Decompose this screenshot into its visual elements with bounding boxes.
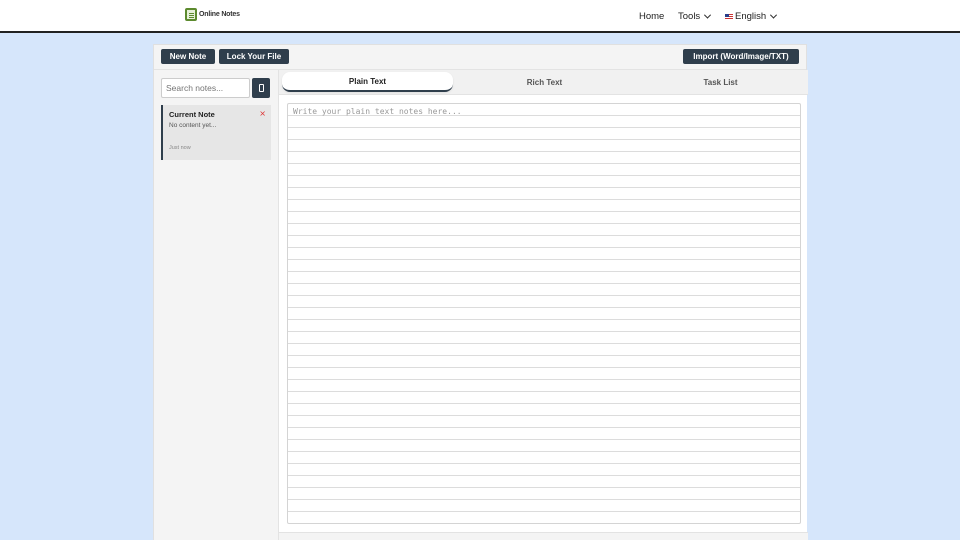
tab-task-list[interactable]: Task List	[635, 72, 806, 92]
tab-rich-text[interactable]: Rich Text	[459, 72, 630, 92]
language-label: English	[735, 11, 767, 22]
search-icon	[258, 84, 264, 92]
notebook-logo-icon	[185, 8, 197, 21]
editor-tabs: Plain Text Rich Text Task List	[279, 70, 808, 95]
note-title: Current Note	[169, 110, 215, 119]
note-preview: No content yet...	[169, 122, 217, 129]
chevron-down-icon	[704, 11, 712, 19]
logo-text: Online Notes	[199, 11, 240, 18]
editor-panel: Plain Text Rich Text Task List Write you…	[278, 70, 808, 540]
editor-placeholder: Write your plain text notes here...	[293, 107, 462, 116]
editor-footer	[279, 532, 808, 540]
lock-file-button[interactable]: Lock Your File	[219, 49, 289, 64]
search-notes-input[interactable]	[161, 78, 250, 98]
note-timestamp: Just now	[169, 145, 191, 151]
list-item[interactable]: Current Note × No content yet... Just no…	[161, 105, 271, 160]
close-icon[interactable]: ×	[259, 109, 266, 118]
nav-tools-menu[interactable]: Tools	[678, 0, 712, 33]
import-button[interactable]: Import (Word/Image/TXT)	[683, 49, 799, 64]
us-flag-icon	[725, 13, 733, 20]
search-button[interactable]	[252, 78, 270, 98]
nav-tools-label: Tools	[678, 11, 701, 22]
nav-home-link[interactable]: Home	[639, 0, 664, 33]
chevron-down-icon	[770, 11, 778, 19]
language-selector[interactable]: English	[725, 0, 778, 33]
tab-plain-text[interactable]: Plain Text	[282, 72, 453, 92]
notes-app-card: New Note Lock Your File Import (Word/Ima…	[153, 44, 808, 540]
new-note-button[interactable]: New Note	[161, 49, 215, 64]
site-logo[interactable]: Online Notes	[185, 8, 240, 21]
top-navbar: Online Notes Home Tools English	[0, 0, 960, 33]
plain-text-editor[interactable]: Write your plain text notes here...	[287, 103, 801, 524]
